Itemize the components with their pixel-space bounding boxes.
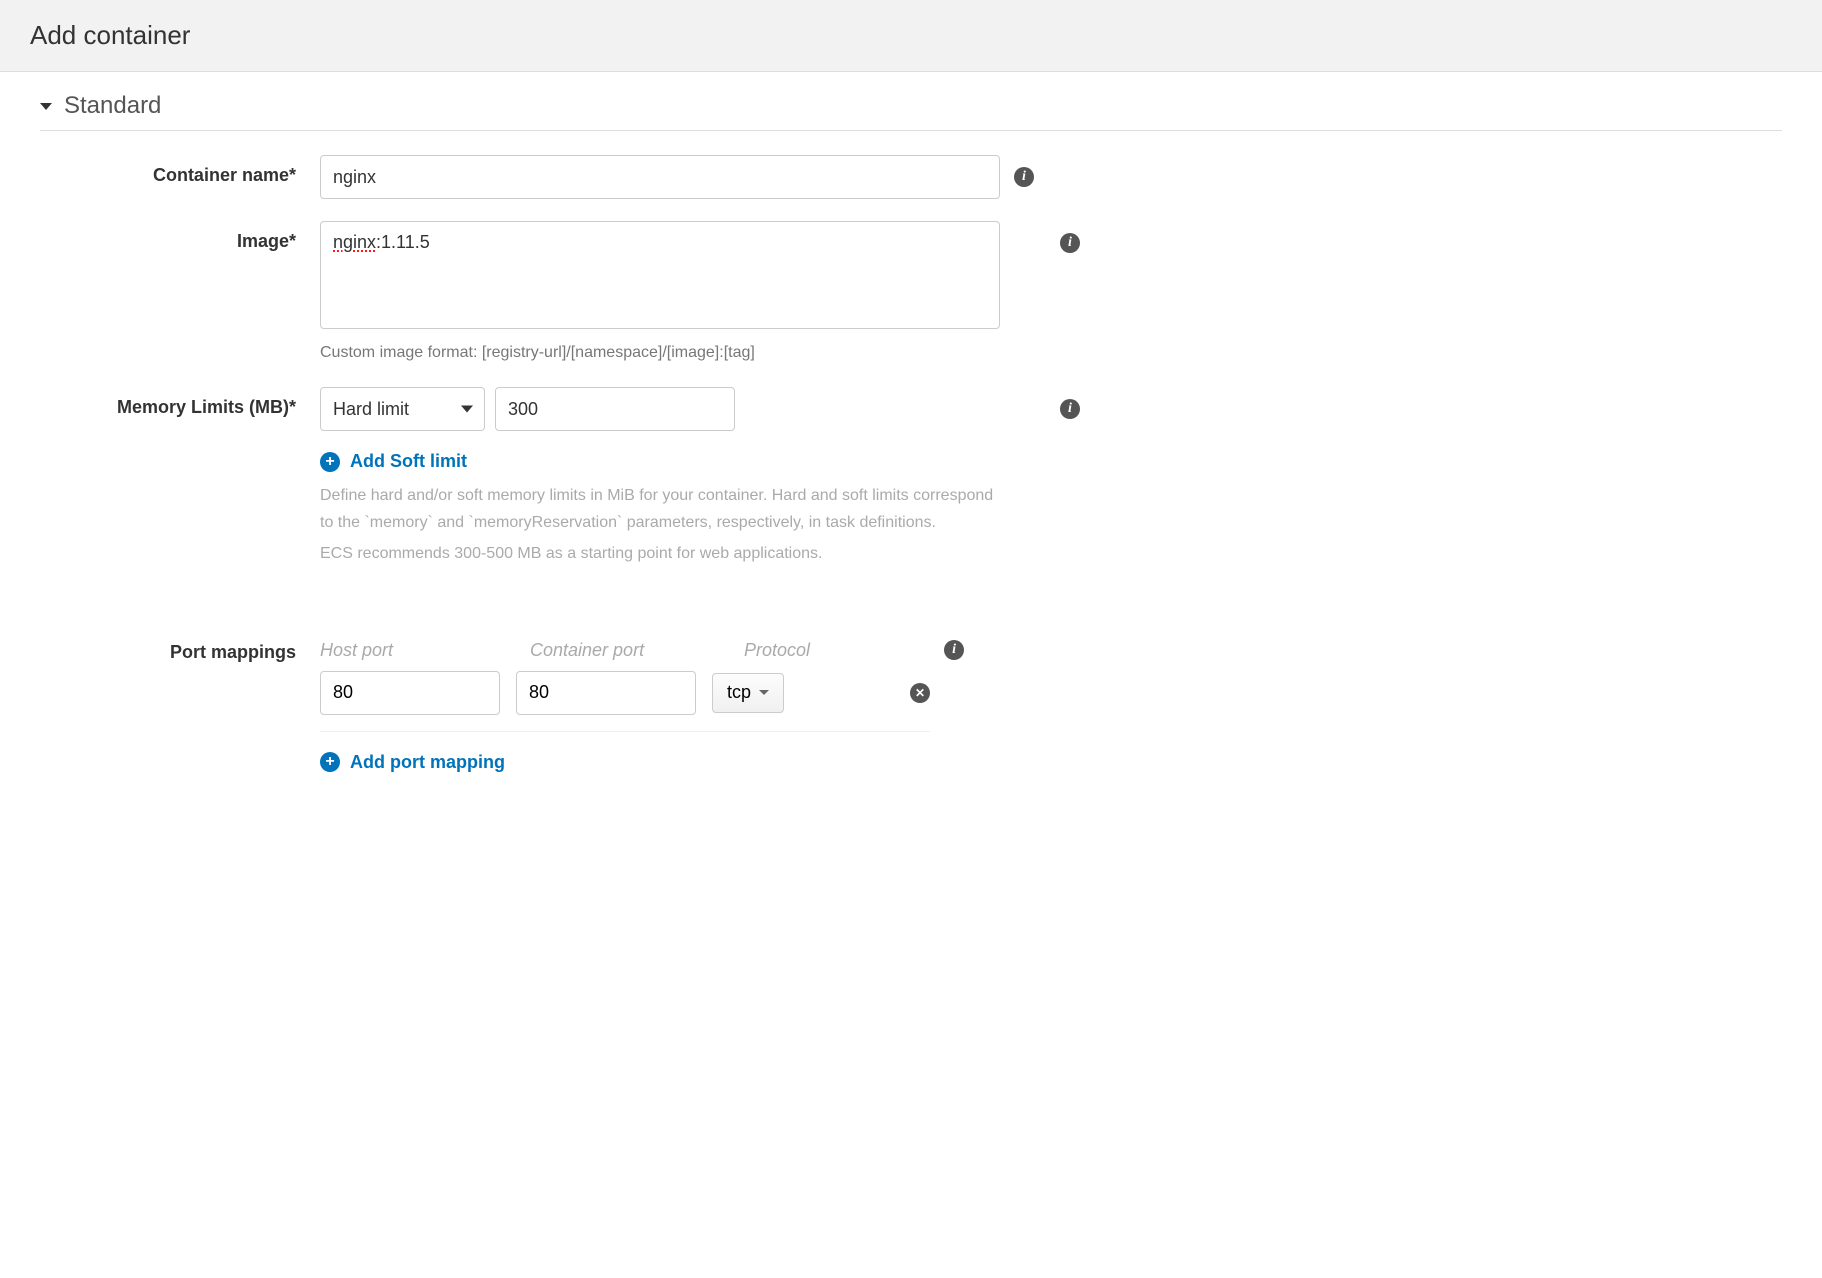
port-header-container: Container port: [530, 640, 730, 661]
port-headers: Host port Container port Protocol: [320, 640, 930, 661]
remove-port-mapping-icon[interactable]: ✕: [910, 683, 930, 703]
memory-help-text-1: Define hard and/or soft memory limits in…: [320, 482, 1000, 536]
row-container-name: Container name* i: [40, 155, 1782, 199]
host-port-input[interactable]: [320, 671, 500, 715]
label-image: Image*: [40, 221, 320, 252]
info-icon[interactable]: i: [944, 640, 964, 660]
add-soft-limit-button[interactable]: + Add Soft limit: [320, 451, 1046, 472]
label-container-name: Container name*: [40, 155, 320, 186]
section-title: Standard: [64, 92, 161, 120]
container-port-input[interactable]: [516, 671, 696, 715]
plus-circle-icon: +: [320, 452, 340, 472]
caret-down-icon: [40, 103, 52, 110]
add-soft-limit-label: Add Soft limit: [350, 451, 467, 472]
modal-body: Standard Container name* i Image* nginx:…: [0, 72, 1822, 835]
protocol-select[interactable]: tcp: [712, 673, 784, 713]
add-port-mapping-button[interactable]: + Add port mapping: [320, 752, 930, 773]
port-mapping-row: tcp ✕: [320, 671, 930, 732]
memory-limit-type-select[interactable]: Hard limit: [320, 387, 485, 431]
modal-header: Add container: [0, 0, 1822, 72]
info-icon[interactable]: i: [1060, 233, 1080, 253]
chevron-down-icon: [759, 690, 769, 695]
add-port-mapping-label: Add port mapping: [350, 752, 505, 773]
image-input[interactable]: nginx:1.11.5: [320, 221, 1000, 329]
protocol-value: tcp: [727, 682, 751, 703]
port-header-host: Host port: [320, 640, 500, 661]
modal-title: Add container: [30, 20, 1792, 51]
plus-circle-icon: +: [320, 752, 340, 772]
port-header-protocol: Protocol: [744, 640, 844, 661]
section-toggle-standard[interactable]: Standard: [40, 92, 1782, 131]
row-memory-limits: Memory Limits (MB)* Hard limit + Add Sof…: [40, 387, 1782, 568]
memory-help-text-2: ECS recommends 300-500 MB as a starting …: [320, 540, 1000, 567]
container-name-input[interactable]: [320, 155, 1000, 199]
info-icon[interactable]: i: [1014, 167, 1034, 187]
label-memory-limits: Memory Limits (MB)*: [40, 387, 320, 418]
info-icon[interactable]: i: [1060, 399, 1080, 419]
row-image: Image* nginx:1.11.5 Custom image format:…: [40, 221, 1782, 365]
image-help-text: Custom image format: [registry-url]/[nam…: [320, 341, 1046, 365]
label-port-mappings: Port mappings: [40, 640, 320, 663]
row-port-mappings: Port mappings Host port Container port P…: [40, 640, 1782, 773]
memory-limit-value-input[interactable]: [495, 387, 735, 431]
